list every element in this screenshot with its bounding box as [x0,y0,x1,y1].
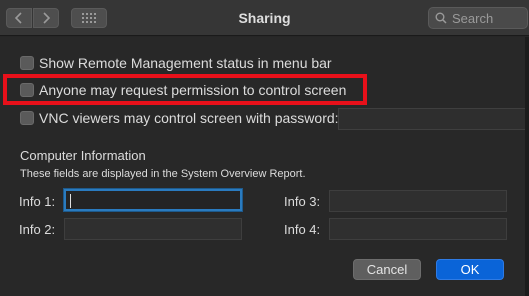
option-anyone-may-request-permission[interactable]: Anyone may request permission to control… [20,82,346,98]
chevron-right-icon [43,12,50,24]
search-icon [435,12,447,24]
search-box[interactable] [428,7,528,29]
search-input[interactable] [452,10,526,26]
chevron-left-icon [15,12,22,24]
info-3-label: Info 3: [284,194,321,209]
option-vnc-viewers-password[interactable]: VNC viewers may control screen with pass… [20,110,339,126]
title-bar: Sharing [0,0,529,36]
option-label: Show Remote Management status in menu ba… [39,55,332,71]
window-edge [525,37,529,296]
sharing-window: Sharing Show Remote Management status in… [0,0,529,296]
info-3-field[interactable] [329,190,507,212]
forward-button[interactable] [33,8,59,28]
show-all-button[interactable] [71,8,107,28]
vnc-password-field[interactable] [338,108,526,130]
back-button[interactable] [6,8,32,28]
text-caret [70,194,71,208]
ok-button[interactable]: OK [436,259,504,280]
checkbox[interactable] [20,83,34,97]
option-show-status-in-menu-bar[interactable]: Show Remote Management status in menu ba… [20,55,332,71]
cancel-button[interactable]: Cancel [353,259,421,280]
info-4-label: Info 4: [284,222,321,237]
checkbox[interactable] [20,56,34,70]
option-label: VNC viewers may control screen with pass… [39,110,339,126]
info-1-label: Info 1: [19,194,56,209]
info-4-field[interactable] [329,218,507,240]
computer-information-heading: Computer Information [20,148,146,163]
info-2-label: Info 2: [19,222,56,237]
computer-information-description: These fields are displayed in the System… [20,168,306,180]
grid-icon [82,13,96,23]
info-2-field[interactable] [64,218,242,240]
option-label: Anyone may request permission to control… [39,82,347,98]
remote-management-options-sheet: Show Remote Management status in menu ba… [0,37,529,296]
checkbox[interactable] [20,111,34,125]
info-1-field[interactable] [64,189,242,211]
